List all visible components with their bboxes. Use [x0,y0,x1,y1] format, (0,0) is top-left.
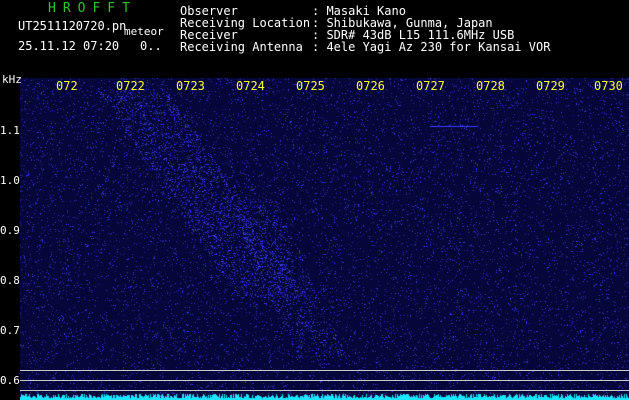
y-tick-label: 0.9 [0,224,20,237]
reference-line-upper [20,370,629,371]
reference-line-lower [20,390,629,391]
antenna-label: Receiving Antenna [180,40,303,54]
x-tick-label: 0729 [536,79,565,93]
x-tick-label: 0730 [594,79,623,93]
y-tick-label: 0.7 [0,324,20,337]
x-tick-label: 072 [56,79,78,93]
x-tick-label: 0727 [416,79,445,93]
reference-line-middle [20,380,629,381]
x-tick-label: 0722 [116,79,145,93]
detection-label: meteor [124,25,164,38]
antenna-value: : 4ele Yagi Az 230 for Kansai VOR [312,40,551,54]
y-tick-label: 0.6 [0,374,20,387]
x-tick-label: 0728 [476,79,505,93]
app-name: HROFFT [48,1,137,16]
detection-count: 0.. [140,39,162,53]
x-tick-label: 0726 [356,79,385,93]
x-tick-label: 0723 [176,79,205,93]
x-tick-label: 0725 [296,79,325,93]
spectrogram-canvas [20,78,629,400]
y-tick-label: 0.8 [0,274,20,287]
y-axis-unit: kHz [2,73,22,86]
y-tick-label: 1.0 [0,174,20,187]
x-tick-label: 0724 [236,79,265,93]
y-tick-label: 1.1 [0,124,20,137]
file-name: UT2511120720.pn [18,19,127,33]
timestamp: 25.11.12 07:20 [18,39,120,53]
